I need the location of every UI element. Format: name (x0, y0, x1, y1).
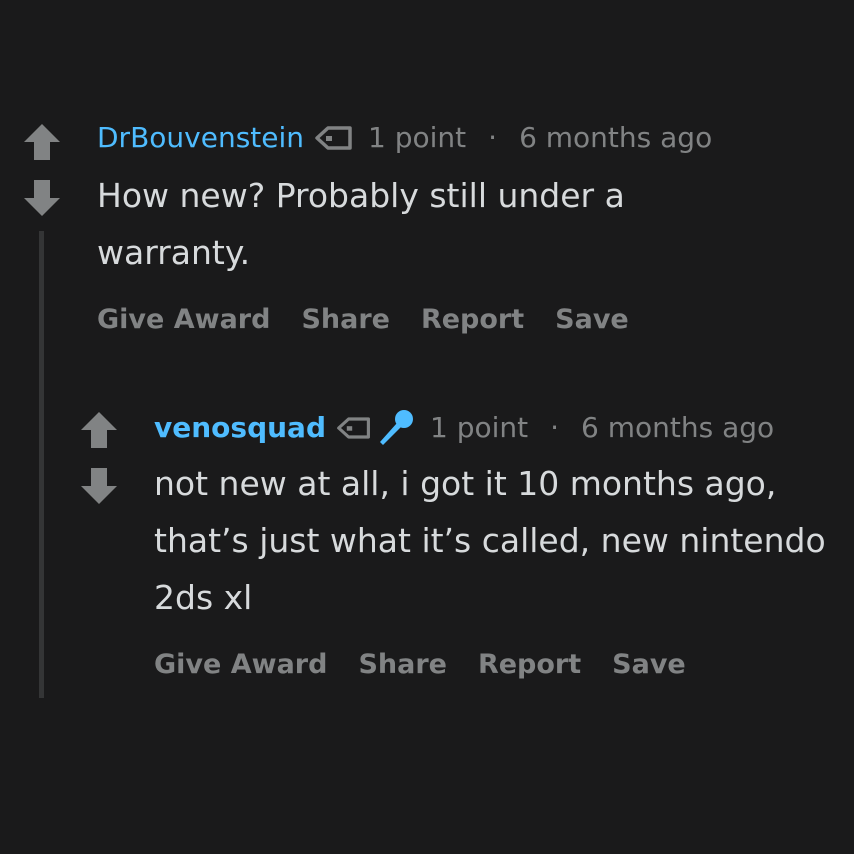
username-link[interactable]: venosquad (154, 410, 326, 446)
report-button[interactable]: Report (478, 648, 581, 682)
comment-body: not new at all, i got it 10 months ago, … (154, 464, 826, 617)
save-button[interactable]: Save (555, 303, 629, 337)
comment-body: How new? Probably still under a warranty… (97, 176, 625, 272)
comment-meta: venosquad 1 point · 6 months ago (154, 408, 774, 448)
upvote-arrow-icon[interactable] (22, 122, 62, 162)
save-button[interactable]: Save (612, 648, 686, 682)
thread-collapse-line[interactable] (39, 231, 44, 698)
share-button[interactable]: Share (358, 648, 447, 682)
comment-actions: Give Award Share Report Save (97, 303, 660, 337)
downvote-arrow-icon[interactable] (79, 466, 119, 506)
give-award-button[interactable]: Give Award (154, 648, 327, 682)
points-count: 1 point (368, 121, 467, 154)
share-button[interactable]: Share (301, 303, 390, 337)
timestamp[interactable]: 6 months ago (519, 120, 712, 156)
tag-icon (314, 125, 354, 151)
comment-actions: Give Award Share Report Save (154, 648, 717, 682)
timestamp[interactable]: 6 months ago (581, 410, 774, 446)
tag-icon (336, 415, 372, 441)
username-link[interactable]: DrBouvenstein (97, 120, 304, 156)
comment-meta: DrBouvenstein 1 point · 6 months ago (97, 120, 712, 156)
upvote-arrow-icon[interactable] (79, 410, 119, 450)
report-button[interactable]: Report (421, 303, 524, 337)
comment-thread: DrBouvenstein 1 point · 6 months ago How… (0, 0, 854, 854)
meta-separator: · (488, 121, 498, 154)
give-award-button[interactable]: Give Award (97, 303, 270, 337)
points-count: 1 point (430, 411, 529, 444)
microphone-icon (376, 408, 416, 448)
downvote-arrow-icon[interactable] (22, 178, 62, 218)
meta-separator: · (550, 411, 560, 444)
